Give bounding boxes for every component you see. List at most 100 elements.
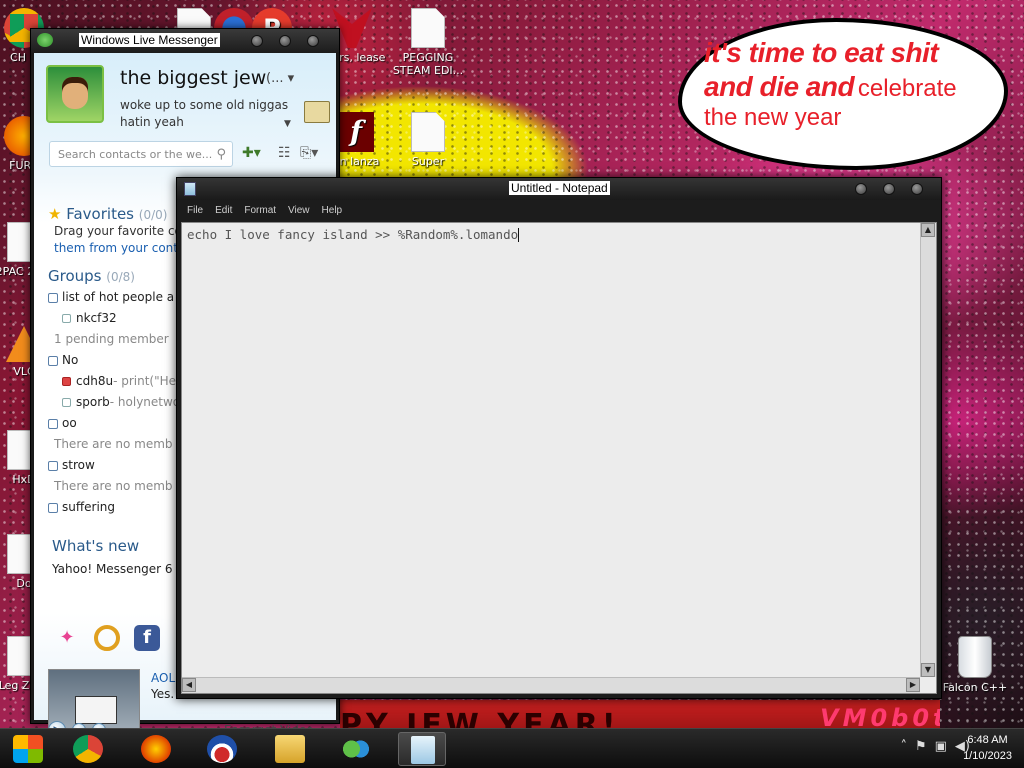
menu-help[interactable]: Help — [316, 202, 349, 220]
close-button[interactable] — [911, 183, 923, 195]
status-icon — [62, 314, 71, 323]
close-button[interactable] — [307, 35, 319, 47]
flag-icon[interactable]: ⚑ — [915, 739, 927, 754]
hint-link[interactable]: them from your conta — [54, 241, 185, 255]
whats-new-header: What's new — [52, 537, 140, 555]
taskbar-firefox[interactable] — [132, 732, 180, 766]
maximize-button[interactable] — [279, 35, 291, 47]
windows-logo-icon — [13, 735, 43, 763]
maximize-button[interactable] — [883, 183, 895, 195]
network-icon[interactable]: ▣ — [935, 739, 947, 754]
text-editor[interactable]: echo I love fancy island >> %Random%.lom… — [181, 222, 937, 694]
ad-title[interactable]: AOL — [151, 671, 175, 685]
app-bar: ✦ f — [54, 625, 160, 651]
horizontal-scrollbar[interactable]: ◀ ▶ — [182, 677, 920, 693]
contact-name: sporb — [76, 395, 110, 409]
mail-icon[interactable] — [304, 101, 330, 123]
butterfly-icon[interactable]: ✦ — [54, 625, 80, 651]
notepad-titlebar[interactable]: Untitled - Notepad — [177, 178, 941, 200]
contact-name: cdh8u — [76, 374, 114, 388]
desktop-icon-pegging-steam[interactable]: PEGGING STEAM EDI... — [390, 8, 466, 77]
notepad-window[interactable]: Untitled - Notepad File Edit Format View… — [176, 177, 942, 699]
group-name: No — [62, 353, 79, 367]
editor-text: echo I love fancy island >> %Random%.lom… — [187, 227, 519, 242]
star-icon: ★ — [48, 205, 62, 223]
status-icon — [62, 398, 71, 407]
minimize-button[interactable] — [251, 35, 263, 47]
group-icon — [48, 418, 58, 429]
avatar[interactable] — [46, 65, 104, 123]
contact-message: - print("Hell — [113, 374, 183, 388]
scroll-left-icon[interactable]: ◀ — [182, 678, 196, 692]
add-contact-icon[interactable]: ✚▾ — [242, 145, 261, 161]
firefox-icon — [141, 735, 171, 763]
clock[interactable]: 6:48 AM 1/10/2023 — [963, 732, 1012, 764]
ad-subtitle: Yes. — [151, 687, 175, 701]
search-input[interactable]: Search contacts or the we... ⚲ — [49, 141, 233, 167]
taskbar-messenger[interactable] — [332, 732, 380, 766]
menu-view[interactable]: View — [282, 202, 316, 220]
taskbar-explorer[interactable] — [266, 732, 314, 766]
messenger-buddy-icon — [37, 33, 53, 47]
chrome-app-icon[interactable] — [94, 625, 120, 651]
clock-date: 1/10/2023 — [963, 750, 1012, 762]
menu-file[interactable]: File — [181, 202, 209, 220]
search-icon: ⚲ — [216, 147, 226, 162]
desktop-icon-label: PEGGING STEAM EDI... — [392, 51, 464, 77]
flash-icon: f — [338, 112, 374, 152]
desktop-icon-super[interactable]: Super — [390, 112, 466, 168]
taskbar-chrome[interactable] — [64, 732, 112, 766]
menu-format[interactable]: Format — [238, 202, 282, 220]
status-dropdown[interactable]: (... ▾ — [266, 71, 294, 86]
desktop-icon-label: Falcon C++ — [942, 681, 1008, 694]
favorites-label: Favorites — [66, 205, 134, 223]
favorites-count: (0/0) — [138, 208, 168, 222]
hint-text: Drag your favorite co — [54, 224, 182, 238]
desktop-icon-falcon-cpp[interactable]: Falcon C++ — [937, 636, 1013, 694]
banner-right-text: VM0b0t — [820, 704, 940, 728]
messenger-titlebar[interactable]: Windows Live Messenger — [31, 29, 339, 53]
scroll-up-icon[interactable]: ▲ — [921, 223, 935, 237]
recycle-bin-icon — [958, 636, 992, 678]
minimize-button[interactable] — [855, 183, 867, 195]
vertical-scrollbar[interactable]: ▲ ▼ — [920, 223, 936, 677]
messenger-title: Windows Live Messenger — [79, 33, 220, 47]
contact-name: nkcf32 — [76, 311, 117, 325]
speech-line-2-bold: and die and — [704, 71, 855, 102]
facebook-icon[interactable]: f — [134, 625, 160, 651]
chevron-down-icon: ▾ — [287, 71, 295, 86]
obama-logo-icon — [207, 735, 237, 763]
speech-line-3: the new year — [704, 104, 842, 131]
chrome-icon — [73, 735, 103, 763]
speech-bubble: it's time to eat shit and die and celebr… — [678, 18, 1008, 170]
chevron-up-icon[interactable]: ˄ — [900, 739, 907, 754]
search-placeholder: Search contacts or the we... — [58, 148, 213, 161]
display-name[interactable]: the biggest jew — [120, 67, 266, 89]
new-year-banner: PY JEW YEAR! VM0b0t — [340, 700, 940, 728]
notepad-icon — [411, 736, 435, 764]
desktop-icon-label: Super — [411, 155, 445, 168]
scroll-down-icon[interactable]: ▼ — [921, 663, 935, 677]
speech-line-1: it's time to eat shit — [704, 37, 939, 68]
notepad-icon — [184, 182, 196, 196]
file-icon — [411, 112, 445, 152]
chevron-down-icon[interactable]: ▼ — [284, 119, 291, 129]
start-button[interactable] — [4, 732, 52, 766]
editor-content[interactable]: echo I love fancy island >> %Random%.lom… — [187, 227, 520, 242]
menu-edit[interactable]: Edit — [209, 202, 238, 220]
layout-icon[interactable]: ☷ — [278, 145, 291, 161]
group-name: list of hot people a — [62, 290, 175, 304]
personal-message[interactable]: woke up to some old niggas hatin yeah — [120, 97, 290, 131]
group-name: suffering — [62, 500, 115, 514]
taskbar-notepad[interactable] — [398, 732, 446, 766]
group-name: oo — [62, 416, 77, 430]
group-name: strow — [62, 458, 95, 472]
scroll-right-icon[interactable]: ▶ — [906, 678, 920, 692]
taskbar-obama[interactable] — [198, 732, 246, 766]
contact-message: - holynetwor — [109, 395, 186, 409]
group-icon — [48, 355, 58, 366]
busy-status-icon — [62, 377, 71, 386]
menu-bar: File Edit Format View Help — [181, 202, 937, 220]
group-icon — [48, 292, 58, 303]
options-icon[interactable]: ⎘▾ — [300, 145, 318, 161]
